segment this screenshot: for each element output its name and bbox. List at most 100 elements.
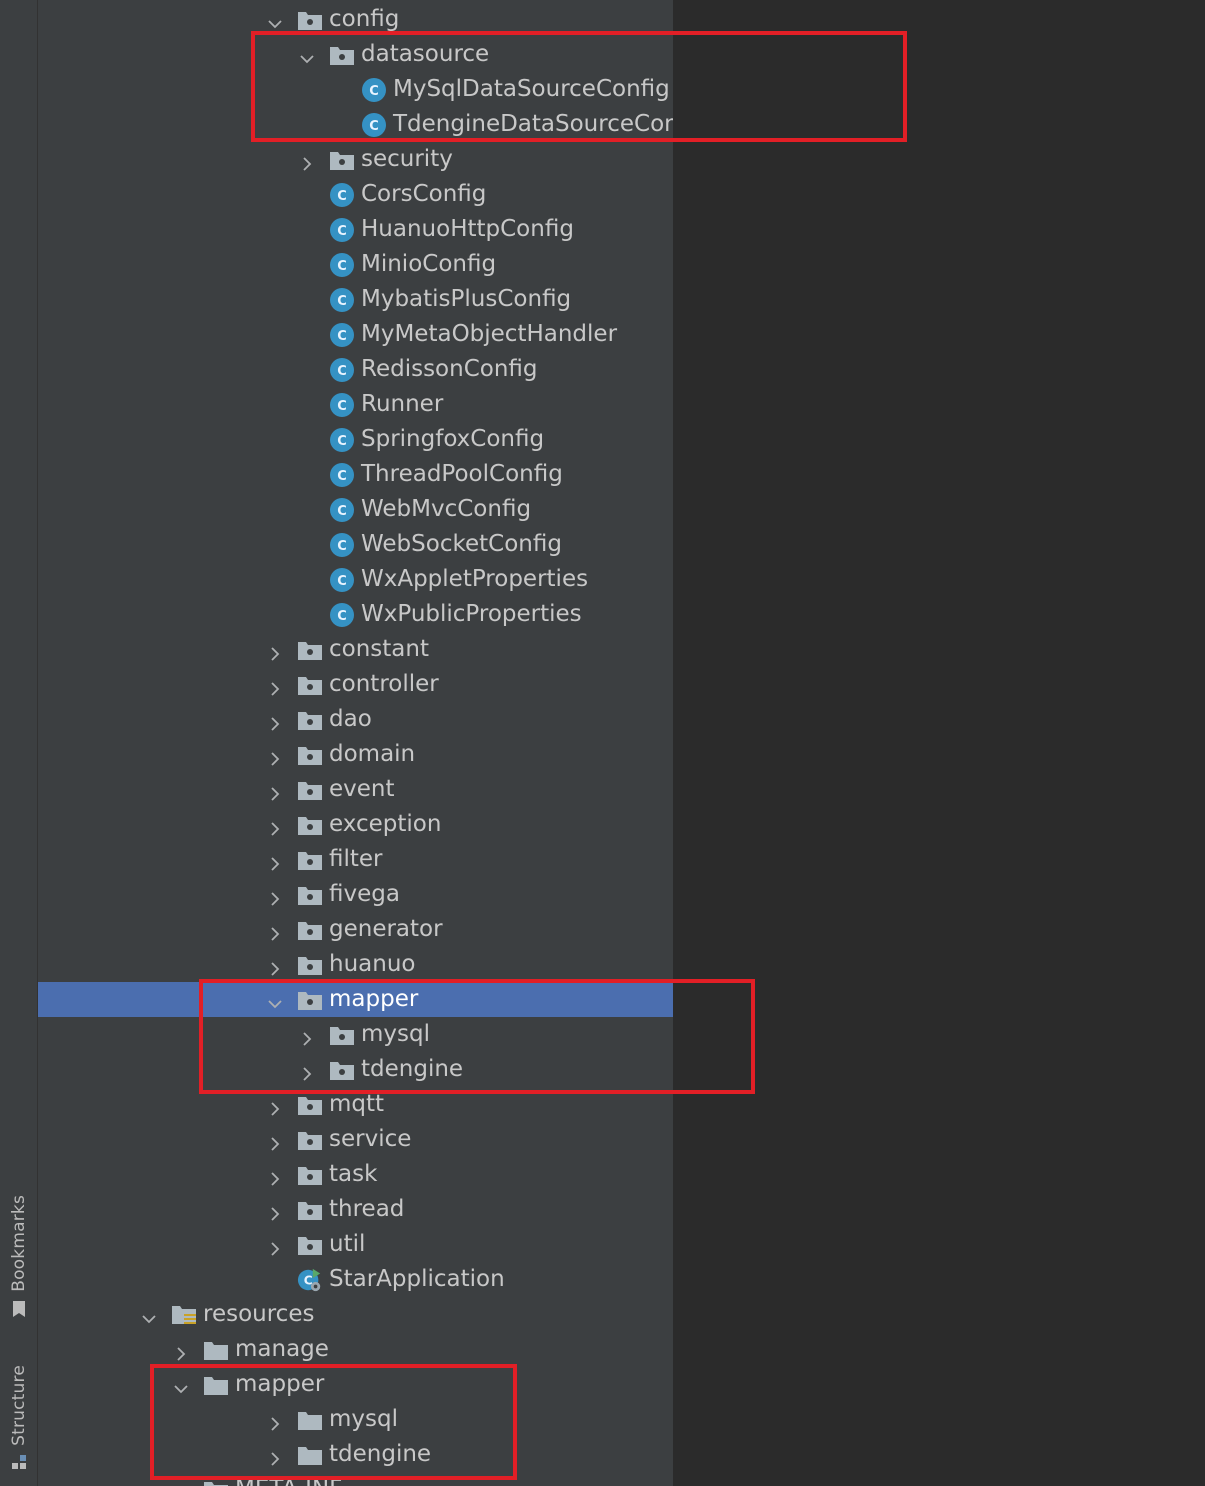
tree-row-label: WebSocketConfig <box>361 531 562 557</box>
tree-row[interactable]: C MybatisPlusConfig <box>38 282 658 317</box>
tree-row-label: CorsConfig <box>361 181 487 207</box>
package-folder-icon <box>297 672 323 698</box>
tree-row-label: domain <box>329 741 416 767</box>
bookmarks-tab-label: Bookmarks <box>8 1195 29 1292</box>
tree-row-label: task <box>329 1161 378 1187</box>
structure-tab-label: Structure <box>8 1365 29 1446</box>
tree-row[interactable]: event <box>38 772 658 807</box>
java-class-icon: C <box>329 182 355 208</box>
tree-row-label: ThreadPoolConfig <box>361 461 563 487</box>
highlight-box-datasource <box>251 31 907 142</box>
chevron-right-icon[interactable] <box>173 1482 189 1486</box>
tree-row-label: RedissonConfig <box>361 356 538 382</box>
structure-tab[interactable]: Structure <box>0 1365 37 1475</box>
chevron-down-icon[interactable] <box>141 1307 157 1323</box>
chevron-right-icon[interactable] <box>267 922 283 941</box>
tree-row-label: MyMetaObjectHandler <box>361 321 618 347</box>
tree-row-label: StarApplication <box>329 1266 505 1292</box>
tree-row-label: resources <box>203 1301 315 1327</box>
java-class-icon: C <box>329 567 355 593</box>
tree-row[interactable]: thread <box>38 1192 658 1227</box>
tree-row[interactable]: service <box>38 1122 658 1157</box>
tree-row[interactable]: C MyMetaObjectHandler <box>38 317 658 352</box>
tree-row[interactable]: generator <box>38 912 658 947</box>
tree-row[interactable]: domain <box>38 737 658 772</box>
tree-row-label: constant <box>329 636 429 662</box>
chevron-right-icon[interactable] <box>267 642 283 661</box>
tree-row[interactable]: C WxPublicProperties <box>38 597 658 632</box>
chevron-right-icon[interactable] <box>267 817 283 836</box>
tree-row[interactable]: task <box>38 1157 658 1192</box>
chevron-right-icon[interactable] <box>267 677 283 696</box>
tree-row[interactable]: C WebMvcConfig <box>38 492 658 527</box>
tree-row[interactable]: huanuo <box>38 947 658 982</box>
tree-row[interactable]: security <box>38 142 658 177</box>
chevron-right-icon[interactable] <box>267 747 283 766</box>
package-folder-icon <box>297 707 323 733</box>
tree-row[interactable]: C RedissonConfig <box>38 352 658 387</box>
svg-text:C: C <box>337 574 347 589</box>
tree-row[interactable]: constant <box>38 632 658 667</box>
java-class-icon: C <box>329 322 355 348</box>
bookmark-icon <box>11 1300 27 1323</box>
tree-row[interactable]: C WxAppletProperties <box>38 562 658 597</box>
chevron-right-icon[interactable] <box>173 1342 189 1361</box>
bookmarks-tab[interactable]: Bookmarks <box>0 1195 37 1323</box>
tree-row-label: exception <box>329 811 442 837</box>
chevron-right-icon[interactable] <box>267 1167 283 1186</box>
chevron-right-icon[interactable] <box>267 887 283 906</box>
spring-boot-class-icon: C <box>297 1267 323 1293</box>
tree-row-label: huanuo <box>329 951 416 977</box>
tree-row[interactable]: util <box>38 1227 658 1262</box>
tree-row-label: filter <box>329 846 383 872</box>
tree-row-label: fivega <box>329 881 400 907</box>
tree-row[interactable]: filter <box>38 842 658 877</box>
tree-row[interactable]: resources <box>38 1297 658 1332</box>
chevron-right-icon[interactable] <box>267 957 283 976</box>
tree-row[interactable]: C MinioConfig <box>38 247 658 282</box>
resources-folder-icon <box>171 1302 197 1328</box>
chevron-right-icon[interactable] <box>267 782 283 801</box>
tree-row[interactable]: C SpringfoxConfig <box>38 422 658 457</box>
tree-row-label: WebMvcConfig <box>361 496 532 522</box>
java-class-icon: C <box>329 602 355 628</box>
chevron-right-icon[interactable] <box>267 1097 283 1116</box>
tree-row[interactable]: C HuanuoHttpConfig <box>38 212 658 247</box>
tree-row[interactable]: C ThreadPoolConfig <box>38 457 658 492</box>
svg-text:C: C <box>337 434 347 449</box>
svg-text:C: C <box>337 364 347 379</box>
package-folder-icon <box>297 882 323 908</box>
java-class-icon: C <box>329 462 355 488</box>
svg-text:C: C <box>337 399 347 414</box>
tree-row[interactable]: exception <box>38 807 658 842</box>
package-folder-icon <box>297 1127 323 1153</box>
highlight-box-resources-mapper <box>150 1364 517 1480</box>
java-class-icon: C <box>329 252 355 278</box>
package-folder-icon <box>297 7 323 33</box>
structure-icon <box>11 1454 27 1475</box>
chevron-down-icon[interactable] <box>267 12 283 28</box>
chevron-right-icon[interactable] <box>267 852 283 871</box>
java-class-icon: C <box>329 287 355 313</box>
svg-text:C: C <box>337 294 347 309</box>
tree-row-label: thread <box>329 1196 405 1222</box>
folder-icon <box>203 1337 229 1363</box>
tree-row[interactable]: dao <box>38 702 658 737</box>
package-folder-icon <box>297 742 323 768</box>
tree-row[interactable]: fivega <box>38 877 658 912</box>
chevron-right-icon[interactable] <box>267 1202 283 1221</box>
chevron-right-icon[interactable] <box>299 152 315 171</box>
tree-row-label: HuanuoHttpConfig <box>361 216 574 242</box>
tree-row-label: WxAppletProperties <box>361 566 589 592</box>
tree-row[interactable]: controller <box>38 667 658 702</box>
chevron-right-icon[interactable] <box>267 1237 283 1256</box>
tree-row[interactable]: manage <box>38 1332 658 1367</box>
tree-row[interactable]: C StarApplication <box>38 1262 658 1297</box>
chevron-right-icon[interactable] <box>267 1132 283 1151</box>
tree-row[interactable]: C CorsConfig <box>38 177 658 212</box>
package-folder-icon <box>297 1197 323 1223</box>
tree-row[interactable]: C WebSocketConfig <box>38 527 658 562</box>
tree-row[interactable]: C Runner <box>38 387 658 422</box>
chevron-right-icon[interactable] <box>267 712 283 731</box>
tree-row-label: Runner <box>361 391 444 417</box>
